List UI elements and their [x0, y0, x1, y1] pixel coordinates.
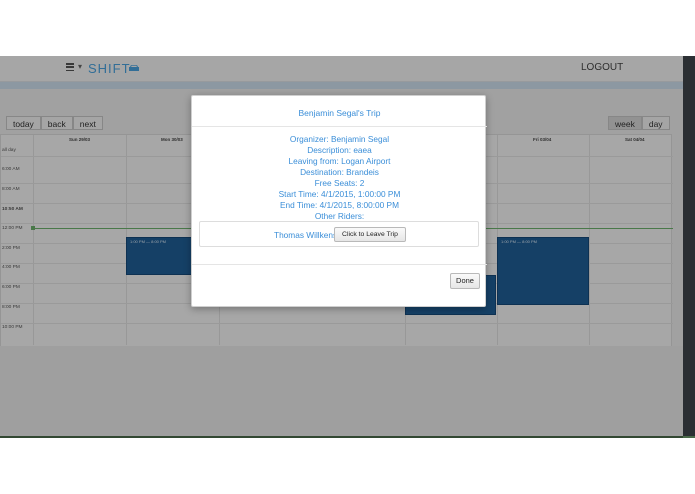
- rider-list-item: Thomas Willkens Click to Leave Trip: [199, 221, 479, 247]
- leave-trip-button[interactable]: Click to Leave Trip: [334, 227, 406, 242]
- right-edge-panel: [683, 56, 695, 438]
- trip-destination: Destination: Brandeis: [300, 167, 379, 177]
- trip-details-modal: Benjamin Segal's Trip Organizer: Benjami…: [191, 95, 487, 307]
- modal-footer-divider: [192, 264, 487, 265]
- done-button[interactable]: Done: [450, 273, 480, 289]
- trip-organizer: Organizer: Benjamin Segal: [289, 134, 390, 144]
- trip-description: Description: eaea: [307, 145, 372, 155]
- screenshot-stage: ▾ SHIFT LOGOUT today back next week day: [0, 0, 695, 494]
- modal-header-divider: [192, 126, 487, 127]
- rider-name: Thomas Willkens: [274, 230, 338, 240]
- trip-leaving-from: Leaving from: Logan Airport: [288, 156, 391, 166]
- modal-title: Benjamin Segal's Trip: [298, 108, 381, 118]
- other-riders-label: Other Riders:: [314, 211, 365, 221]
- trip-end-time: End Time: 4/1/2015, 8:00:00 PM: [280, 200, 399, 210]
- trip-start-time: Start Time: 4/1/2015, 1:00:00 PM: [278, 189, 401, 199]
- trip-free-seats: Free Seats: 2: [314, 178, 365, 188]
